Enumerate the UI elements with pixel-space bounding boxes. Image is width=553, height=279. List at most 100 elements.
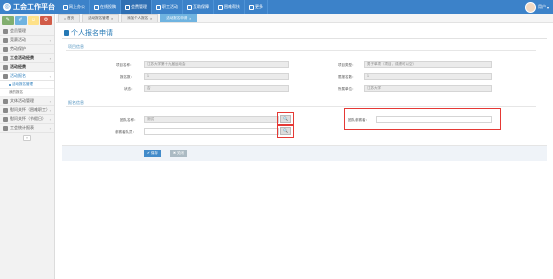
sidebar-subitem-label: 我的报名 [9,90,23,94]
menu-icon [125,4,130,10]
user-name[interactable]: 用户 [538,4,546,10]
participant-field[interactable] [144,128,279,135]
bullet-icon [9,83,11,86]
topnav-item[interactable]: 困难帮扶 [214,0,245,14]
menu-icon [3,28,8,34]
participant-label: 参赛者队员： [115,130,136,134]
sidebar-item[interactable]: 活动经费 [0,63,54,72]
sidebar-subitem-label: 活动报名管理 [12,82,33,86]
sidebar-item[interactable]: 劳动保护 [0,45,54,54]
app-title: 工会工作平台 [13,4,55,11]
sidebar-item-label: 会员管理 [10,28,26,33]
sidebar-item[interactable]: 慰问关怀（困难职工） › [0,106,54,115]
sidebar-item[interactable]: 慰问关怀（节假日） › [0,115,54,124]
sign-count-field: 1 [144,73,289,80]
sidebar-subitem[interactable]: 活动报名管理 [0,81,54,89]
page-title-text: 个人报名申请 [71,30,113,37]
shortcut-button[interactable]: ☺ [27,16,40,25]
topnav-item-label: 更多 [255,4,263,9]
tab[interactable]: ⌂ 首页 [58,14,81,22]
page-title: 个人报名申请 [64,28,113,38]
project-type-field: 男子单项（项目，成绩可以空） [364,61,492,68]
topnav-item[interactable]: 更多 [245,0,268,14]
divider [66,50,536,51]
chevron-icon: › [49,117,51,122]
limit-count-label: 限报名数： [338,75,356,79]
close-icon[interactable]: × [150,17,152,21]
sidebar-item[interactable]: 竞赛活动 › [0,36,54,45]
sidebar-subitem[interactable]: 我的报名 [0,89,54,97]
topnav-item-label: 困难帮扶 [224,4,240,9]
sidebar-item-label: 慰问关怀（节假日） [10,116,46,121]
shortcut-button[interactable]: ⚙ [40,16,52,25]
tab[interactable]: 活动报名管理 × [82,14,120,22]
logo-icon: ◎ [3,3,11,11]
sidebar-item[interactable]: 工会统计报表 › [0,124,54,133]
topnav-item-label: 互助保障 [193,4,209,9]
project-name-field: 江苏大学第十九届运动会 [144,61,289,68]
highlight-box [277,124,294,138]
topnav-item-label: 网上办公 [69,4,85,9]
sidebar-item-label: 竞赛活动 [10,37,26,42]
team-member-field[interactable] [376,116,492,123]
sidebar-item[interactable]: 活动报名 ‹ [0,72,54,81]
menu-icon [3,55,8,61]
status-label: 状态： [124,87,135,91]
avatar[interactable] [524,1,536,13]
sidebar-menu: 会员管理 竞赛活动 › 劳动保护 工会活动经费 › 活动经费 活动报名 ‹ 活动报名管理 我的报名文… [0,27,54,133]
brand[interactable]: ◎ 工会工作平台 [3,2,55,12]
sidebar-item[interactable]: 工会活动经费 › [0,54,54,63]
menu-icon [156,4,161,10]
topnav-item[interactable]: 在线投稿 [90,0,121,14]
sidebar-item[interactable]: 文体活动管理 › [0,97,54,106]
tab-label: 添加个人报名 [127,16,149,20]
sidebar-item-label: 活动经费 [10,64,26,69]
topnav-item[interactable]: 网上办公 [59,0,90,14]
topnav-item-label: 在线投稿 [100,4,116,9]
menu-icon [3,73,8,79]
menu-icon [3,37,8,43]
sidebar-item-label: 文体活动管理 [10,98,34,103]
close-button[interactable]: ✖ 关闭 [170,150,187,157]
top-navbar: ◎ 工会工作平台 网上办公 在线投稿 会费管理 职工活动 互助保障 困难帮扶 更多 用户 ▾ [0,0,553,14]
menu-icon [249,4,254,10]
sidebar-collapse-button[interactable]: « [23,135,31,141]
menu-icon [63,4,68,10]
sidebar-item-label: 慰问关怀（困难职工） [10,107,50,112]
menu-icon [187,4,192,10]
chevron-icon: › [49,99,51,104]
tab[interactable]: 添加个人报名 × [121,14,159,22]
sidebar-item-label: 活动报名 [10,73,26,78]
tab-label: 首页 [67,16,75,20]
shortcut-button[interactable]: ✐ [14,16,27,25]
limit-count-field: 1 [364,73,492,80]
tabs-bar: ⌂ 首页 活动报名管理 × 添加个人报名 × 活动报名申请 × [56,14,553,23]
topnav-item-label: 会费管理 [131,4,147,9]
sidebar-item[interactable]: 会员管理 [0,27,54,36]
team-member-label: 团队参赛者： [348,118,369,122]
menu-icon [3,116,8,122]
user-menu[interactable]: 用户 ▾ [524,1,549,13]
divider [62,38,547,39]
caret-down-icon[interactable]: ▾ [547,5,549,10]
form-actions: ✔ 保存 ✖ 关闭 [62,145,547,161]
close-icon[interactable]: × [189,17,191,21]
close-icon[interactable]: × [111,17,113,21]
topnav-item[interactable]: 会费管理 [121,0,152,14]
document-icon [64,30,69,36]
sidebar-item-label: 工会活动经费 [10,55,34,60]
sidebar-shortcuts: ✎ ✐ ☺ ⚙ [0,14,54,27]
chevron-icon: ‹ [49,74,51,79]
team-name-label: 团队名称： [120,118,138,122]
chevron-icon: › [49,56,51,61]
top-nav-menu: 网上办公 在线投稿 会费管理 职工活动 互助保障 困难帮扶 更多 [59,0,268,14]
topnav-item[interactable]: 互助保障 [183,0,214,14]
menu-icon [94,4,99,10]
shortcut-button[interactable]: ✎ [2,16,14,25]
sidebar-item-label: 工会统计报表 [10,125,34,130]
chevron-icon: › [49,108,51,113]
divider [66,106,536,107]
tab[interactable]: 活动报名申请 × [160,14,198,22]
save-button[interactable]: ✔ 保存 [144,150,161,157]
topnav-item[interactable]: 职工活动 [152,0,183,14]
